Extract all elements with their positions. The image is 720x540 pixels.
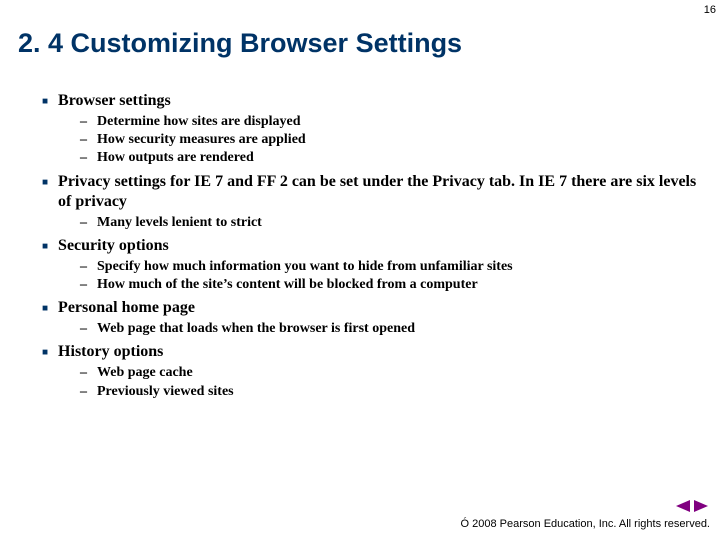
sub-text: Many levels lenient to strict (97, 214, 262, 232)
copyright-text: 2008 Pearson Education, Inc. All rights … (469, 518, 710, 530)
bullet-text: Privacy settings for IE 7 and FF 2 can b… (58, 172, 700, 212)
sub-list: –Web page that loads when the browser is… (42, 320, 700, 338)
sub-text: How security measures are applied (97, 131, 306, 149)
sub-item: –Many levels lenient to strict (80, 214, 700, 232)
next-arrow-icon[interactable] (694, 500, 708, 512)
sub-item: –Specify how much information you want t… (80, 258, 700, 276)
footer-text: Ó 2008 Pearson Education, Inc. All right… (461, 518, 710, 530)
sub-item: –Web page cache (80, 364, 700, 382)
sub-text: Determine how sites are displayed (97, 113, 301, 131)
sub-list: –Determine how sites are displayed –How … (42, 113, 700, 168)
bullet-item: ■ Security options (42, 236, 700, 256)
bullet-item: ■ Personal home page (42, 298, 700, 318)
dash-icon: – (80, 258, 87, 276)
sub-text: How outputs are rendered (97, 149, 254, 167)
dash-icon: – (80, 320, 87, 338)
sub-item: –How outputs are rendered (80, 149, 700, 167)
slide-title: 2. 4 Customizing Browser Settings (0, 0, 720, 59)
square-bullet-icon: ■ (42, 177, 48, 190)
bullet-text: Browser settings (58, 91, 171, 111)
sub-list: –Many levels lenient to strict (42, 214, 700, 232)
sub-item: –How much of the site’s content will be … (80, 276, 700, 294)
prev-arrow-icon[interactable] (676, 500, 690, 512)
square-bullet-icon: ■ (42, 303, 48, 316)
sub-text: Specify how much information you want to… (97, 258, 513, 276)
sub-text: Web page that loads when the browser is … (97, 320, 415, 338)
dash-icon: – (80, 113, 87, 131)
slide-content: ■ Browser settings –Determine how sites … (0, 59, 720, 401)
dash-icon: – (80, 214, 87, 232)
dash-icon: – (80, 131, 87, 149)
dash-icon: – (80, 364, 87, 382)
sub-item: –Web page that loads when the browser is… (80, 320, 700, 338)
nav-arrows (461, 500, 710, 512)
dash-icon: – (80, 149, 87, 167)
sub-item: –How security measures are applied (80, 131, 700, 149)
sub-text: Previously viewed sites (97, 383, 234, 401)
square-bullet-icon: ■ (42, 96, 48, 109)
page-number: 16 (704, 4, 716, 16)
bullet-text: Personal home page (58, 298, 195, 318)
sub-list: –Web page cache –Previously viewed sites (42, 364, 700, 400)
square-bullet-icon: ■ (42, 347, 48, 360)
slide-footer: Ó 2008 Pearson Education, Inc. All right… (461, 500, 710, 530)
sub-text: Web page cache (97, 364, 193, 382)
sub-list: –Specify how much information you want t… (42, 258, 700, 294)
dash-icon: – (80, 276, 87, 294)
sub-item: –Previously viewed sites (80, 383, 700, 401)
copyright-symbol: Ó (461, 518, 470, 530)
bullet-item: ■ Browser settings (42, 91, 700, 111)
bullet-item: ■ Privacy settings for IE 7 and FF 2 can… (42, 172, 700, 212)
bullet-item: ■ History options (42, 342, 700, 362)
dash-icon: – (80, 383, 87, 401)
sub-text: How much of the site’s content will be b… (97, 276, 478, 294)
sub-item: –Determine how sites are displayed (80, 113, 700, 131)
bullet-text: History options (58, 342, 163, 362)
bullet-text: Security options (58, 236, 169, 256)
square-bullet-icon: ■ (42, 241, 48, 254)
